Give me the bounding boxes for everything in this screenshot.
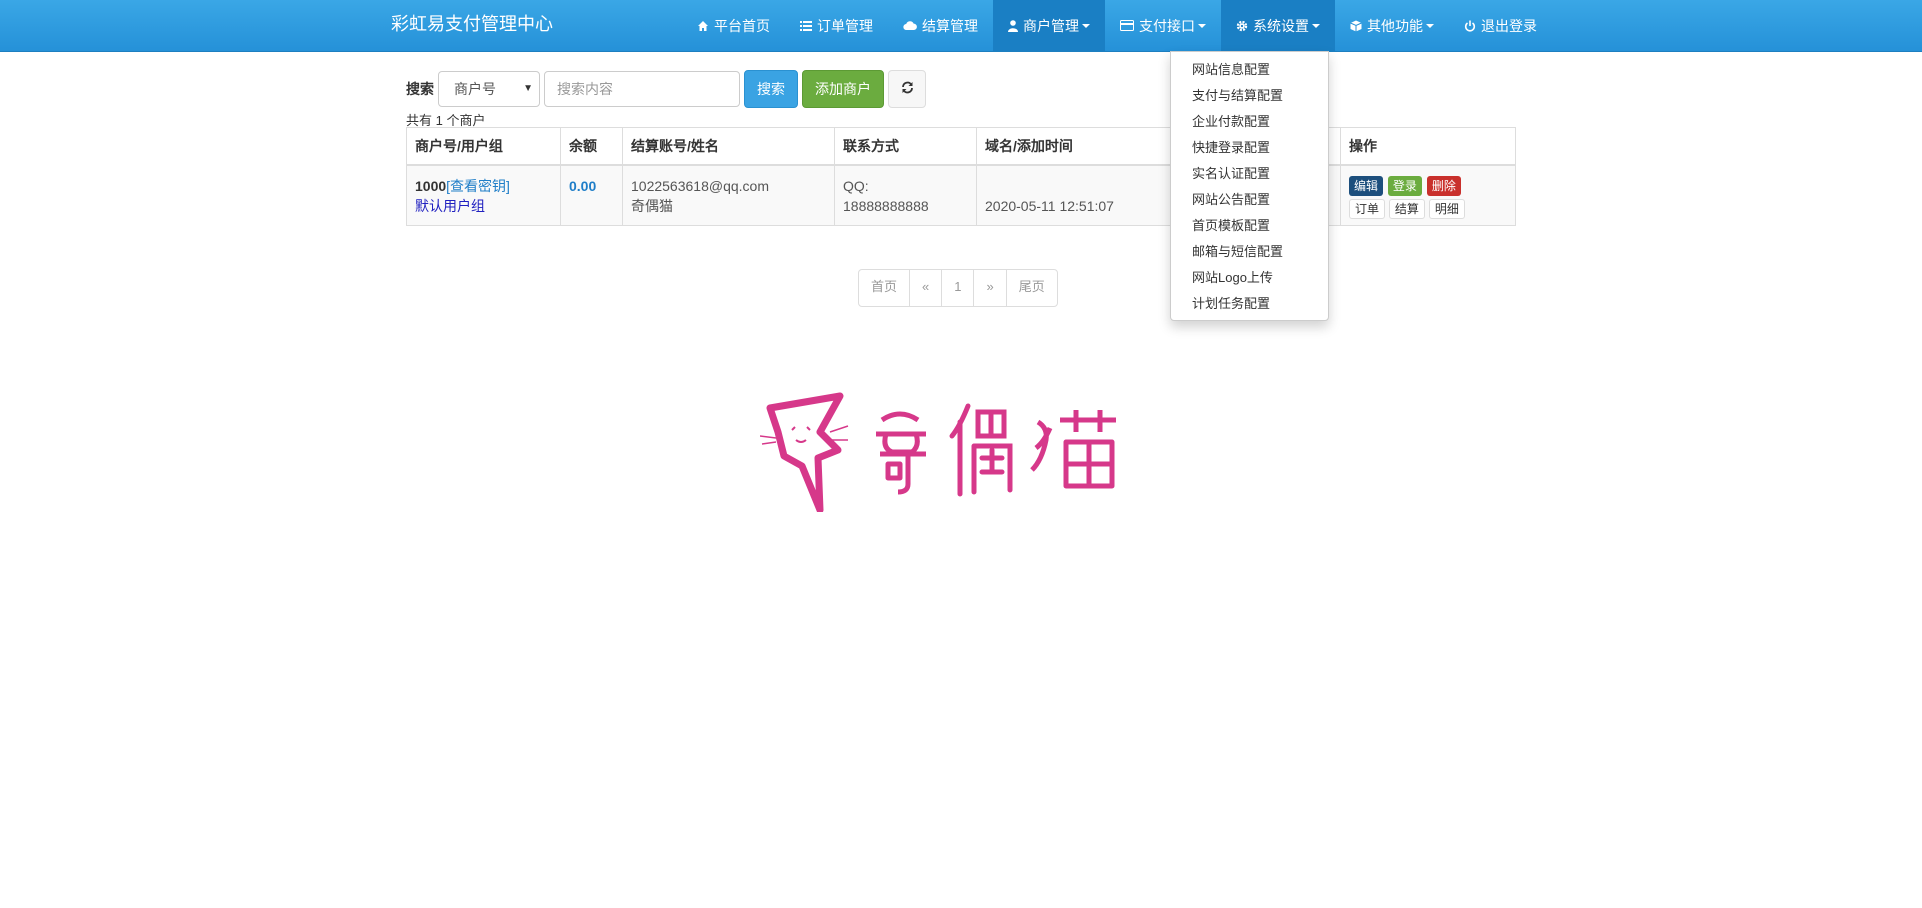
key-bracket-close: ] [506, 178, 510, 194]
col-account: 结算账号/姓名 [622, 127, 835, 166]
cell-domain-time: 2020-05-11 12:51:07 [976, 164, 1189, 226]
credit-card-icon [1120, 20, 1134, 31]
navbar: 彩虹易支付管理中心 平台首页 订单管理 结算管理 商户管理 支付接口 系统设置 … [0, 0, 1922, 52]
merchant-id: 1000 [415, 178, 447, 194]
contact-label: QQ: [843, 178, 869, 194]
nav-orders[interactable]: 订单管理 [785, 0, 888, 51]
cell-balance: 0.00 [560, 164, 623, 226]
menu-home-template[interactable]: 首页模板配置 [1171, 213, 1328, 239]
nav-home-label: 平台首页 [714, 17, 770, 34]
search-field-select[interactable]: 商户号 ▼ [438, 71, 540, 107]
merchant-table: 商户号/用户组 余额 结算账号/姓名 联系方式 域名/添加时间 操作 1000[… [406, 127, 1516, 226]
view-key-link[interactable]: 查看密钥 [450, 178, 506, 194]
orders-button[interactable]: 订单 [1349, 199, 1386, 219]
menu-logo-upload[interactable]: 网站Logo上传 [1171, 265, 1328, 291]
page-next[interactable]: » [973, 270, 1005, 306]
balance-value: 0.00 [569, 178, 597, 194]
cube-icon [1350, 20, 1362, 32]
power-icon [1464, 20, 1476, 32]
account-name: 奇偶猫 [631, 198, 673, 214]
settle-button[interactable]: 结算 [1388, 199, 1425, 219]
home-icon [697, 20, 709, 32]
contact-value: 18888888888 [843, 198, 929, 214]
main-nav: 平台首页 订单管理 结算管理 商户管理 支付接口 系统设置 其他功能 退出登录 [682, 0, 1552, 51]
nav-other[interactable]: 其他功能 [1335, 0, 1449, 51]
system-settings-dropdown: 网站信息配置 支付与结算配置 企业付款配置 快捷登录配置 实名认证配置 网站公告… [1170, 51, 1329, 321]
edit-button[interactable]: 编辑 [1349, 176, 1384, 196]
page-last[interactable]: 尾页 [1005, 270, 1057, 306]
col-domain-time: 域名/添加时间 [976, 127, 1189, 166]
menu-pay-settle[interactable]: 支付与结算配置 [1171, 83, 1328, 109]
search-button[interactable]: 搜索 [744, 70, 798, 108]
caret-down-icon [1426, 23, 1434, 28]
table-row: 1000[查看密钥] 默认用户组 0.00 1022563618@qq.com … [406, 164, 1516, 226]
qiou-cat-logo [759, 392, 1130, 514]
pagination: 首页 « 1 » 尾页 [858, 269, 1058, 307]
refresh-icon [901, 71, 914, 107]
menu-cron-tasks[interactable]: 计划任务配置 [1171, 291, 1328, 317]
cell-contact: QQ: 18888888888 [834, 164, 977, 226]
cell-account: 1022563618@qq.com 奇偶猫 [622, 164, 835, 226]
brand-title[interactable]: 彩虹易支付管理中心 [391, 0, 553, 51]
search-bar: 搜索 商户号 ▼ 搜索内容 搜索 添加商户 [406, 70, 926, 108]
user-icon [1008, 19, 1018, 32]
nav-payment-label: 支付接口 [1139, 17, 1195, 34]
nav-logout-label: 退出登录 [1481, 17, 1537, 34]
nav-settlement-label: 结算管理 [922, 17, 978, 34]
add-merchant-button[interactable]: 添加商户 [802, 70, 884, 108]
nav-orders-label: 订单管理 [817, 17, 873, 34]
search-label: 搜索 [406, 81, 434, 97]
nav-logout[interactable]: 退出登录 [1449, 0, 1552, 51]
caret-down-icon [1198, 23, 1206, 28]
nav-system[interactable]: 系统设置 [1221, 0, 1335, 51]
table-header-row: 商户号/用户组 余额 结算账号/姓名 联系方式 域名/添加时间 操作 [406, 127, 1516, 166]
account-value: 1022563618@qq.com [631, 178, 769, 194]
user-group-link[interactable]: 默认用户组 [415, 198, 485, 214]
menu-email-sms[interactable]: 邮箱与短信配置 [1171, 239, 1328, 265]
list-icon [800, 20, 812, 32]
nav-home[interactable]: 平台首页 [682, 0, 785, 51]
page-1[interactable]: 1 [941, 270, 973, 306]
page-prev[interactable]: « [909, 270, 941, 306]
nav-payment[interactable]: 支付接口 [1105, 0, 1221, 51]
menu-site-info[interactable]: 网站信息配置 [1171, 57, 1328, 83]
cloud-icon [903, 20, 917, 31]
cell-actions: 编辑 登录 删除 订单 结算 明细 [1340, 164, 1516, 226]
col-balance: 余额 [560, 127, 623, 166]
nav-merchant[interactable]: 商户管理 [993, 0, 1105, 51]
menu-real-name[interactable]: 实名认证配置 [1171, 161, 1328, 187]
gear-icon [1236, 20, 1248, 32]
menu-quick-login[interactable]: 快捷登录配置 [1171, 135, 1328, 161]
login-button[interactable]: 登录 [1387, 176, 1422, 196]
caret-down-icon [1082, 23, 1090, 28]
search-input[interactable]: 搜索内容 [544, 71, 740, 107]
nav-merchant-label: 商户管理 [1023, 17, 1079, 34]
cell-merchant: 1000[查看密钥] 默认用户组 [406, 164, 561, 226]
nav-other-label: 其他功能 [1367, 17, 1423, 34]
col-actions: 操作 [1340, 127, 1516, 166]
nav-settlement[interactable]: 结算管理 [888, 0, 993, 51]
page-first[interactable]: 首页 [859, 270, 909, 306]
caret-down-icon [1312, 23, 1320, 28]
col-contact: 联系方式 [834, 127, 977, 166]
menu-announcement[interactable]: 网站公告配置 [1171, 187, 1328, 213]
delete-button[interactable]: 删除 [1426, 176, 1461, 196]
add-time: 2020-05-11 12:51:07 [985, 198, 1114, 214]
detail-button[interactable]: 明细 [1428, 199, 1465, 219]
refresh-button[interactable] [888, 70, 926, 108]
col-merchant: 商户号/用户组 [406, 127, 561, 166]
nav-system-label: 系统设置 [1253, 17, 1309, 34]
search-field-value: 商户号 [454, 81, 496, 97]
select-arrow-icon: ▼ [523, 83, 533, 94]
menu-enterprise-pay[interactable]: 企业付款配置 [1171, 109, 1328, 135]
